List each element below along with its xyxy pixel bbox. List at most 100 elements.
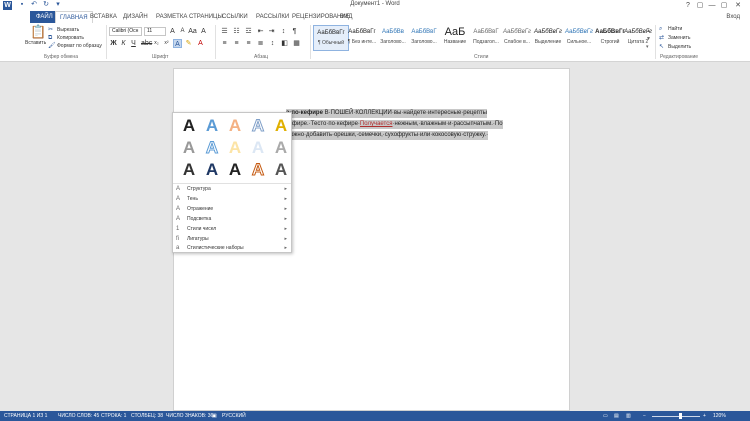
align-right-icon[interactable]: ≡ xyxy=(244,39,253,48)
shrink-font-icon[interactable]: A xyxy=(178,27,187,36)
justify-icon[interactable]: ≣ xyxy=(256,39,265,48)
borders-icon[interactable]: ▦ xyxy=(292,39,301,48)
close-button[interactable]: ✕ xyxy=(732,0,744,11)
help-button[interactable]: ? xyxy=(682,0,694,11)
tab-design[interactable]: ДИЗАЙН xyxy=(123,11,148,23)
status-page[interactable]: СТРАНИЦА 1 ИЗ 1 xyxy=(4,411,47,421)
document-line[interactable]: можно·добавить·орешки,·семечки,·сухофрук… xyxy=(286,131,489,140)
format-painter-icon[interactable]: 🖌 xyxy=(48,42,56,50)
find-button[interactable]: Найти xyxy=(668,26,682,32)
effect-fill-black-2[interactable]: A xyxy=(223,159,247,181)
menu-item-shadow[interactable]: A Тень ▸ xyxy=(173,195,291,204)
strikethrough-button[interactable]: abc xyxy=(141,39,152,48)
tab-view[interactable]: ВИД xyxy=(340,11,352,23)
effect-fill-gray[interactable]: A xyxy=(177,137,201,159)
zoom-in-icon[interactable]: + xyxy=(703,411,706,421)
multilevel-list-icon[interactable]: ☲ xyxy=(244,27,253,36)
effect-fill-orange[interactable]: A xyxy=(223,115,247,137)
status-line[interactable]: СТРОКА: 1 xyxy=(101,411,126,421)
subscript-button[interactable]: x₂ xyxy=(152,39,161,48)
status-char-count[interactable]: ЧИСЛО ЗНАКОВ: 36 xyxy=(166,411,213,421)
format-painter-button[interactable]: Формат по образцу xyxy=(57,43,102,49)
effect-fill-black[interactable]: A xyxy=(177,115,201,137)
tab-references[interactable]: ССЫЛКИ xyxy=(222,11,248,23)
font-size-select[interactable]: 11 xyxy=(144,27,166,36)
show-marks-icon[interactable]: ¶ xyxy=(290,27,299,36)
menu-item-ligatures[interactable]: fi Лигатуры ▸ xyxy=(173,235,291,244)
zoom-out-icon[interactable]: − xyxy=(643,411,646,421)
effect-outline-blue-2[interactable]: A xyxy=(200,137,224,159)
clear-formatting-icon[interactable]: A xyxy=(199,27,208,36)
replace-icon[interactable]: ⇄ xyxy=(659,34,664,42)
status-word-count[interactable]: ЧИСЛО СЛОВ: 45 xyxy=(58,411,99,421)
select-icon[interactable]: ↖ xyxy=(659,43,664,51)
styles-scroll-up-icon[interactable]: ▲ xyxy=(646,27,651,35)
status-language[interactable]: РУССКИЙ xyxy=(222,411,246,421)
spellcheck-icon[interactable]: ▣ xyxy=(212,411,217,421)
highlight-color-icon[interactable]: ✎ xyxy=(184,39,193,48)
effect-outline-orange[interactable]: A xyxy=(246,159,270,181)
effect-fill-blue[interactable]: A xyxy=(200,115,224,137)
italic-button[interactable]: К xyxy=(119,39,128,48)
sign-in-link[interactable]: Вход xyxy=(726,11,740,23)
cut-icon[interactable]: ✂ xyxy=(48,26,53,34)
shading-icon[interactable]: ◧ xyxy=(280,39,289,48)
replace-button[interactable]: Заменить xyxy=(668,35,690,41)
font-color-icon[interactable]: A xyxy=(196,39,205,48)
align-center-icon[interactable]: ≡ xyxy=(232,39,241,48)
grow-font-icon[interactable]: A xyxy=(168,27,177,36)
sort-icon[interactable]: ↕ xyxy=(279,27,288,36)
effect-outline-blue[interactable]: A xyxy=(246,115,270,137)
superscript-button[interactable]: x² xyxy=(162,39,171,48)
web-layout-icon[interactable]: ▥ xyxy=(626,411,631,421)
styles-scroll-down-icon[interactable]: ▼ xyxy=(646,35,651,43)
status-column[interactable]: СТОЛБЕЦ: 38 xyxy=(131,411,163,421)
bullets-icon[interactable]: ☰ xyxy=(220,27,229,36)
menu-item-outline[interactable]: A Структура ▸ xyxy=(173,185,291,194)
copy-button[interactable]: Копировать xyxy=(57,35,84,41)
minimize-button[interactable]: — xyxy=(706,0,718,11)
change-case-icon[interactable]: Aa xyxy=(188,27,197,36)
maximize-button[interactable]: ▢ xyxy=(718,0,730,11)
underline-button[interactable]: Ч xyxy=(129,39,138,48)
align-left-icon[interactable]: ≡ xyxy=(220,39,229,48)
effect-fill-navy[interactable]: A xyxy=(200,159,224,181)
zoom-slider-thumb[interactable] xyxy=(679,413,682,419)
styles-more-icon[interactable]: ▾ xyxy=(646,43,649,51)
print-layout-icon[interactable]: ▤ xyxy=(614,411,619,421)
tab-mailings[interactable]: РАССЫЛКИ xyxy=(256,11,289,23)
effect-fill-silver[interactable]: A xyxy=(269,137,293,159)
effect-fill-charcoal[interactable]: A xyxy=(269,159,293,181)
paste-icon[interactable]: 📋 xyxy=(30,25,46,39)
menu-item-stylistic-sets[interactable]: a Стилистические наборы ▸ xyxy=(173,244,291,253)
paste-button[interactable]: Вставить xyxy=(25,40,46,46)
document-line[interactable]: a-по-кефире В·ПОШЕЙ·КОЛЛЕКЦИИ·вы·найдете… xyxy=(286,109,487,118)
text-effects-button[interactable]: A xyxy=(173,39,182,48)
tab-page-layout[interactable]: РАЗМЕТКА СТРАНИЦЫ xyxy=(156,11,223,23)
zoom-slider[interactable] xyxy=(652,416,700,417)
effect-fill-light-blue[interactable]: A xyxy=(246,137,270,159)
tab-insert[interactable]: ВСТАВКА xyxy=(90,11,117,23)
effect-fill-dark[interactable]: A xyxy=(177,159,201,181)
menu-item-number-styles[interactable]: 1 Стили чисел ▸ xyxy=(173,225,291,234)
menu-item-reflection[interactable]: A Отражение ▸ xyxy=(173,205,291,214)
bold-button[interactable]: Ж xyxy=(109,39,118,48)
effect-fill-gold[interactable]: A xyxy=(269,115,293,137)
find-icon[interactable]: ⌕ xyxy=(659,25,662,33)
read-mode-icon[interactable]: ▭ xyxy=(603,411,608,421)
line-spacing-icon[interactable]: ↕ xyxy=(268,39,277,48)
document-line[interactable]: кефире.·Тесто·по·кефире·Получается·нежны… xyxy=(286,120,503,129)
copy-icon[interactable]: ⧉ xyxy=(48,34,52,42)
ribbon-display-button[interactable]: ▢ xyxy=(694,0,706,11)
menu-item-glow[interactable]: A Подсветка ▸ xyxy=(173,215,291,224)
tab-home[interactable]: ГЛАВНАЯ xyxy=(55,11,93,23)
select-button[interactable]: Выделить xyxy=(668,44,691,50)
numbering-icon[interactable]: ☷ xyxy=(232,27,241,36)
zoom-level[interactable]: 120% xyxy=(713,411,726,421)
font-name-select[interactable]: Calibri (Осн xyxy=(109,27,142,36)
menu-item-label: Структура xyxy=(187,186,211,192)
increase-indent-icon[interactable]: ⇥ xyxy=(267,27,276,36)
effect-fill-yellow[interactable]: A xyxy=(223,137,247,159)
cut-button[interactable]: Вырезать xyxy=(57,27,79,33)
decrease-indent-icon[interactable]: ⇤ xyxy=(256,27,265,36)
